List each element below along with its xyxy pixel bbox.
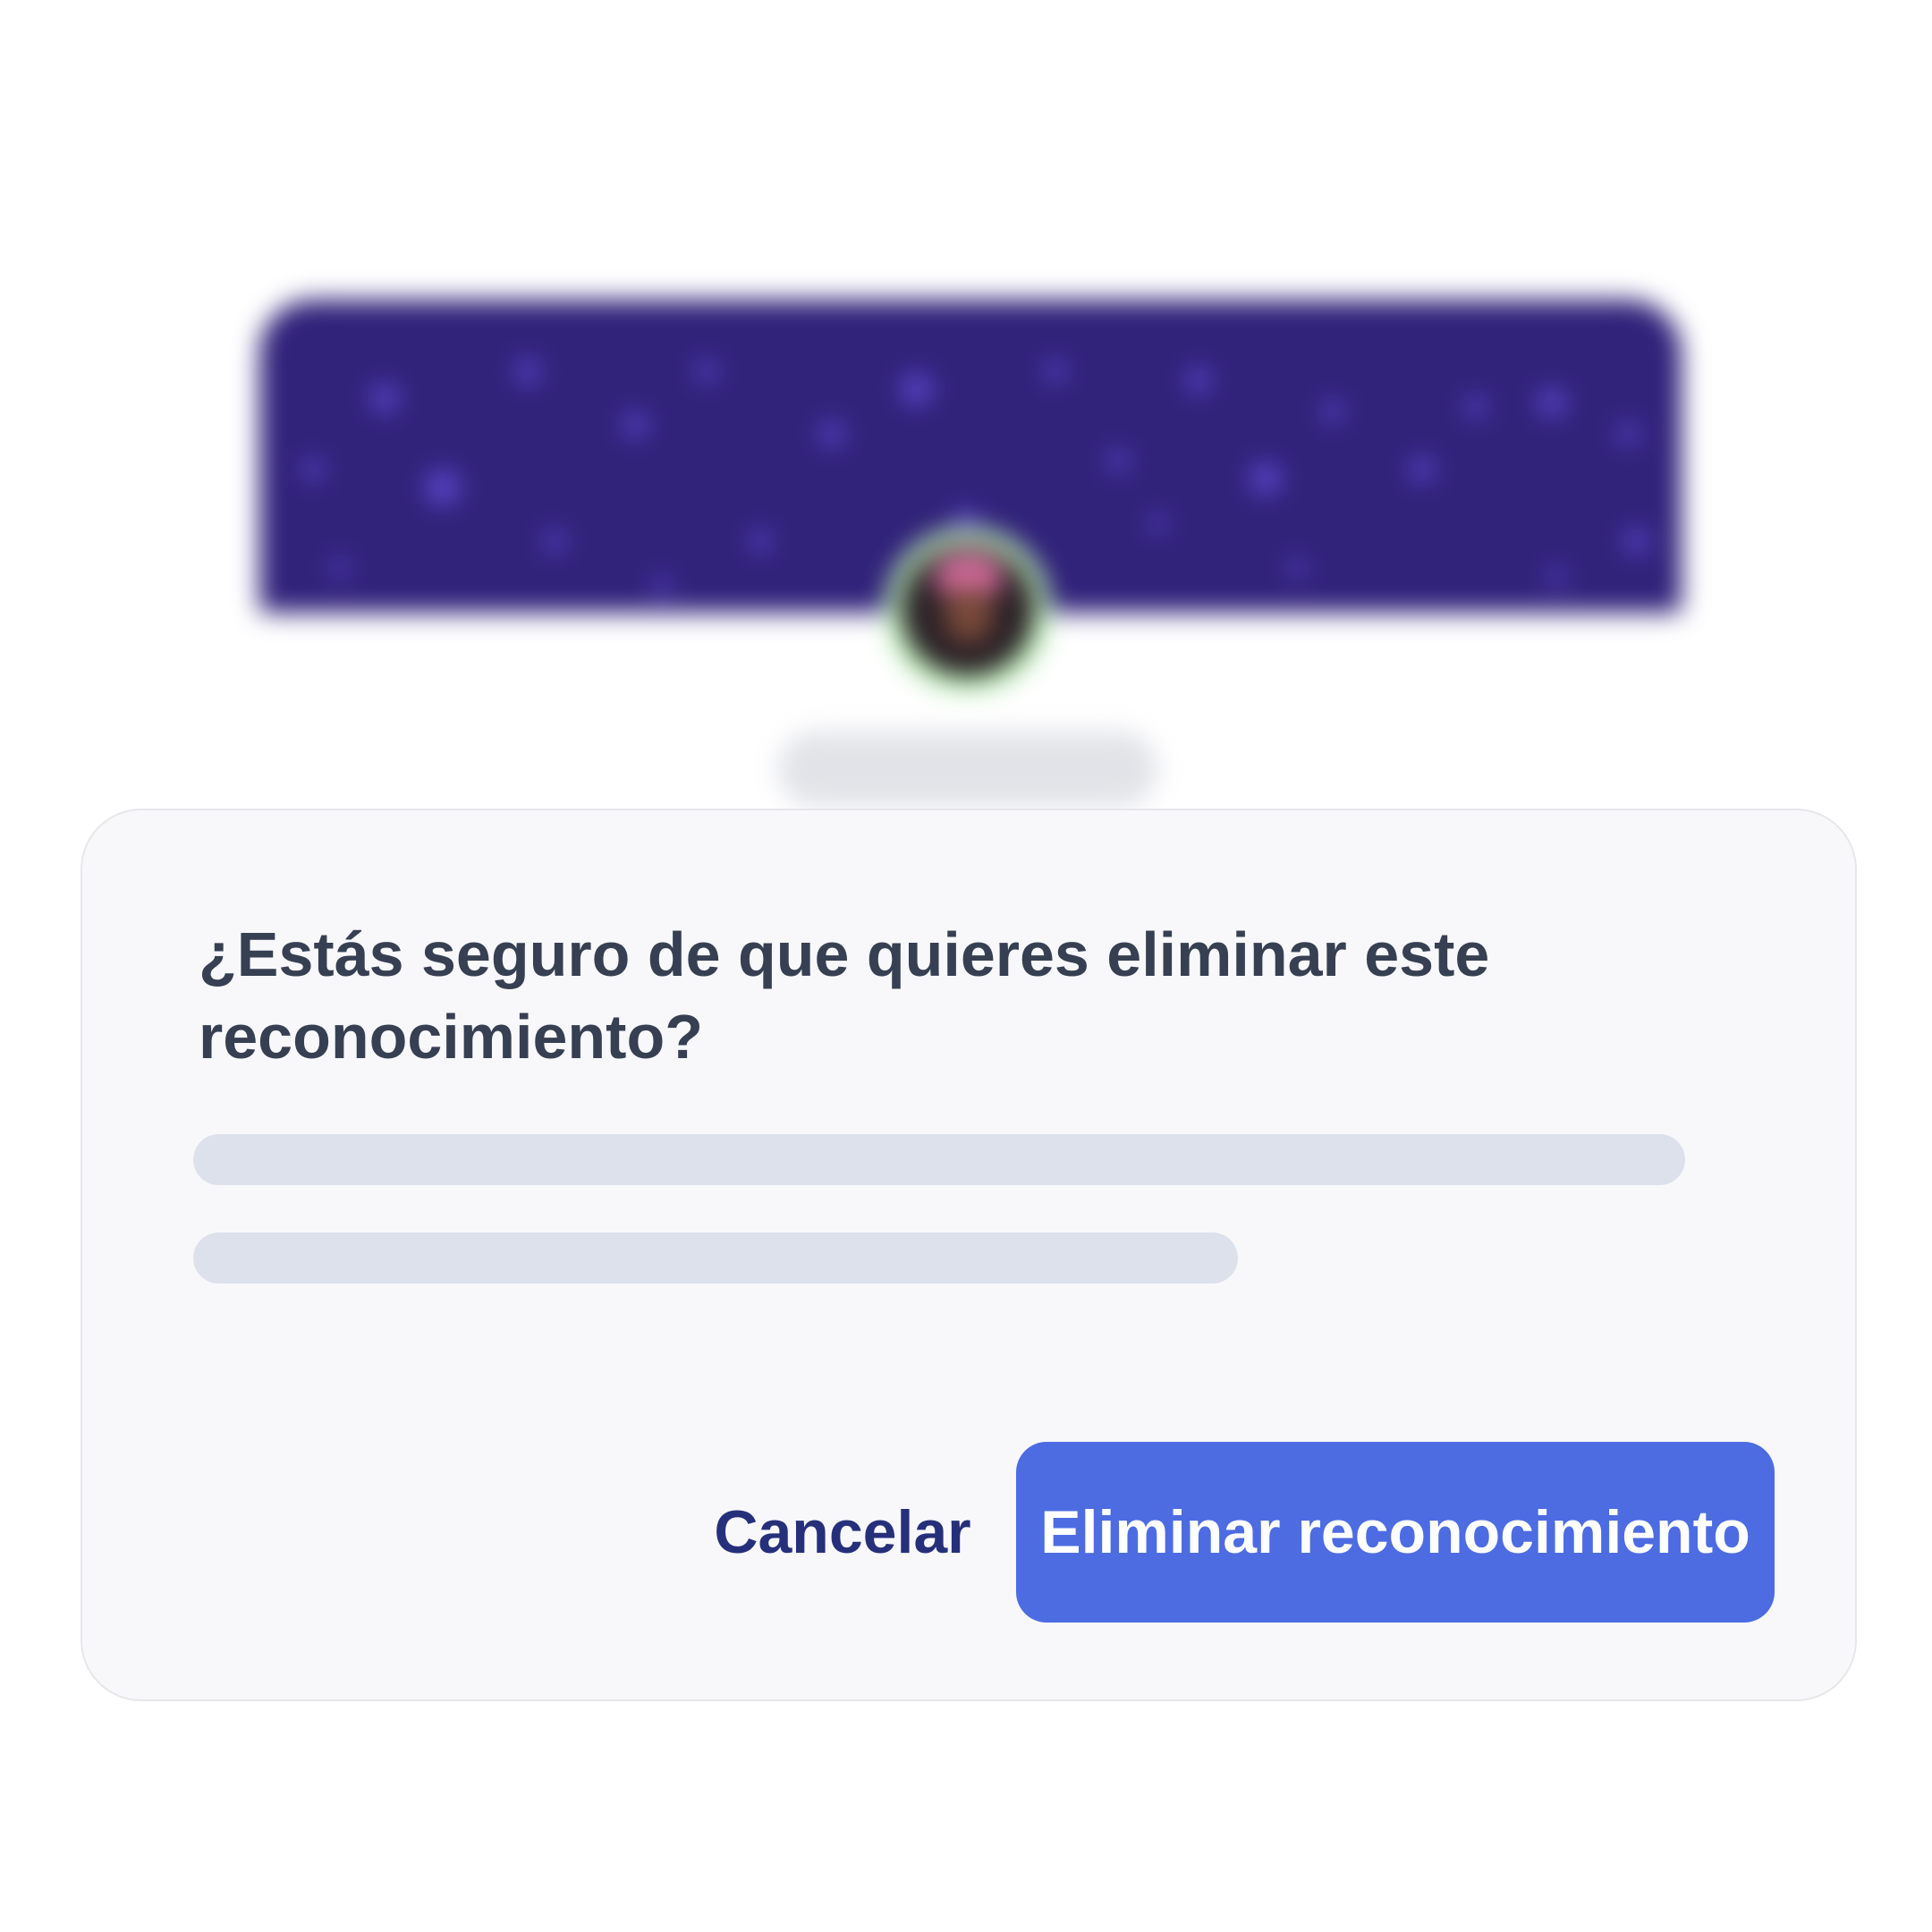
text-placeholder-line (193, 1233, 1238, 1284)
cancel-button[interactable]: Cancelar (619, 1442, 1066, 1623)
name-placeholder (778, 732, 1157, 807)
avatar (902, 544, 1034, 676)
confirm-delete-dialog: ¿Estás seguro de que quieres eliminar es… (80, 809, 1857, 1701)
screen: ¿Estás seguro de que quieres eliminar es… (0, 0, 1932, 1932)
delete-recognition-button[interactable]: Eliminar reconocimiento (1016, 1442, 1775, 1623)
text-placeholder-line (193, 1134, 1685, 1185)
dialog-title: ¿Estás seguro de que quieres eliminar es… (199, 919, 1490, 1072)
